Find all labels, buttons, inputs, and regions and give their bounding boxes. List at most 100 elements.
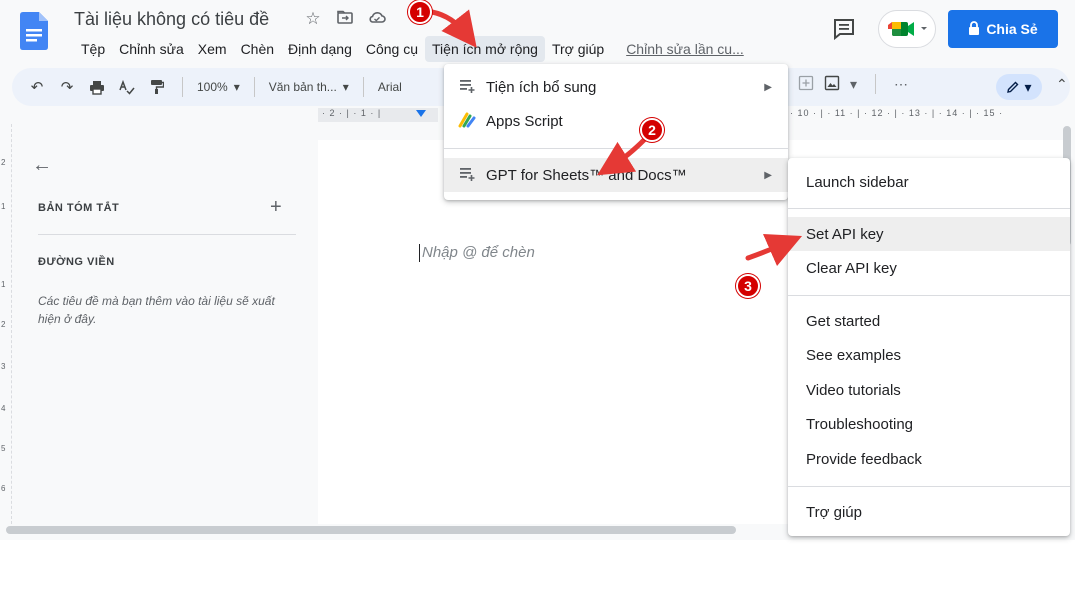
last-edit-link[interactable]: Chỉnh sửa lần cu... xyxy=(619,36,751,62)
menu-edit[interactable]: Chỉnh sửa xyxy=(112,36,191,62)
title-icons: ☆ xyxy=(302,9,388,29)
undo-icon[interactable]: ↶ xyxy=(24,74,50,100)
redo-icon[interactable]: ↷ xyxy=(54,74,80,100)
vruler-number: 2 xyxy=(1,158,6,167)
submenu-see-examples[interactable]: See examples xyxy=(788,338,1070,372)
insert-comment-icon[interactable] xyxy=(798,75,814,94)
zoom-select[interactable]: 100% ▾ xyxy=(191,80,246,94)
indent-marker[interactable] xyxy=(416,110,426,117)
vruler-number: 5 xyxy=(1,444,6,453)
menu-item-gpt-for-sheets-docs[interactable]: GPT for Sheets™ and Docs™ ▶ xyxy=(444,158,788,192)
menu-divider xyxy=(444,148,788,149)
menu-item-apps-script[interactable]: Apps Script xyxy=(444,104,788,138)
apps-script-icon xyxy=(458,112,476,131)
chevron-down-icon: ▾ xyxy=(233,80,240,94)
submenu-get-started[interactable]: Get started xyxy=(788,304,1070,338)
editing-mode-button[interactable]: ▾ xyxy=(996,74,1042,100)
step-badge-2: 2 xyxy=(640,118,664,142)
submenu-launch-sidebar[interactable]: Launch sidebar xyxy=(788,165,1070,199)
gpt-submenu: Launch sidebar Set API key Clear API key… xyxy=(788,158,1070,536)
menu-item-label: Tiện ích bổ sung xyxy=(486,78,597,96)
ruler-right-numbers: · 10 · | · 11 · | · 12 · | · 13 · | · 14… xyxy=(790,108,1004,118)
horizontal-scrollbar[interactable] xyxy=(6,526,736,534)
add-summary-icon[interactable]: + xyxy=(270,196,282,219)
print-icon[interactable] xyxy=(84,74,110,100)
meet-button[interactable] xyxy=(878,10,936,48)
menu-extensions[interactable]: Tiện ích mở rộng xyxy=(425,36,545,62)
insert-image-icon[interactable] xyxy=(824,75,840,94)
collapse-menus-icon[interactable]: ⌃ xyxy=(1056,76,1068,93)
menu-item-addons[interactable]: Tiện ích bổ sung ▶ xyxy=(444,70,788,104)
more-options-icon[interactable]: ⋯ xyxy=(894,76,908,93)
star-icon[interactable]: ☆ xyxy=(302,9,324,29)
share-button[interactable]: Chia Sẻ xyxy=(948,10,1058,48)
menu-bar: Tệp Chỉnh sửa Xem Chèn Định dạng Công cụ… xyxy=(74,36,751,62)
step-badge-1: 1 xyxy=(408,0,432,24)
menu-tools[interactable]: Công cụ xyxy=(359,36,425,62)
outline-heading-label: ĐƯỜNG VIỀN xyxy=(38,256,115,268)
font-value: Arial xyxy=(377,80,402,94)
folder-move-icon[interactable] xyxy=(334,9,356,29)
comment-history-icon[interactable] xyxy=(832,18,856,40)
document-outline-panel: ← BẢN TÓM TẮT + ĐƯỜNG VIỀN Các tiêu đề m… xyxy=(14,124,304,524)
menu-insert[interactable]: Chèn xyxy=(234,36,281,62)
style-value: Văn bản th... xyxy=(268,80,337,94)
cloud-status-icon[interactable] xyxy=(366,9,388,29)
title-bar: Tài liệu không có tiêu đề ☆ Tệp Chỉnh sử… xyxy=(0,0,1075,66)
document-placeholder[interactable]: Nhập @ để chèn xyxy=(422,244,535,261)
menu-format[interactable]: Định dạng xyxy=(281,36,359,62)
step-badge-3: 3 xyxy=(736,274,760,298)
vruler-number: 1 xyxy=(1,202,6,211)
share-label: Chia Sẻ xyxy=(986,21,1038,37)
submenu-set-api-key[interactable]: Set API key xyxy=(788,217,1070,251)
menu-file[interactable]: Tệp xyxy=(74,36,112,62)
submenu-troubleshooting[interactable]: Troubleshooting xyxy=(788,407,1070,441)
menu-divider xyxy=(788,295,1070,296)
outline-divider xyxy=(38,234,296,235)
toolbar-divider xyxy=(362,77,364,97)
vruler-number: 1 xyxy=(1,280,6,289)
toolbar-divider xyxy=(182,77,183,97)
toolbar-divider xyxy=(875,74,877,94)
spellcheck-icon[interactable] xyxy=(114,74,140,100)
submenu-arrow-icon: ▶ xyxy=(764,81,772,93)
menu-item-label: GPT for Sheets™ and Docs™ xyxy=(486,166,687,184)
chevron-down-icon: ▾ xyxy=(342,80,349,94)
zoom-value: 100% xyxy=(197,80,228,94)
vruler-number: 6 xyxy=(1,484,6,493)
extensions-dropdown: Tiện ích bổ sung ▶ Apps Script GPT for S… xyxy=(444,64,788,200)
addon-icon xyxy=(458,167,476,184)
text-cursor xyxy=(419,244,420,262)
chevron-down-icon[interactable]: ▾ xyxy=(850,76,857,93)
vruler-number: 4 xyxy=(1,404,6,413)
pencil-icon xyxy=(1007,81,1019,93)
font-select[interactable]: Arial xyxy=(372,80,408,94)
toolbar-divider xyxy=(253,77,255,97)
chevron-down-icon: ▾ xyxy=(1024,78,1032,95)
submenu-arrow-icon: ▶ xyxy=(764,169,772,181)
outline-empty-note: Các tiêu đề mà bạn thêm vào tài liệu sẽ … xyxy=(38,294,275,326)
lock-icon xyxy=(968,20,980,38)
menu-divider xyxy=(788,208,1070,209)
toolbar-right: ▾ ⋯ xyxy=(798,74,908,94)
vertical-ruler: 2 1 1 2 3 4 5 6 xyxy=(0,124,12,524)
menu-view[interactable]: Xem xyxy=(191,36,234,62)
outline-summary-label: BẢN TÓM TẮT xyxy=(38,202,120,214)
submenu-provide-feedback[interactable]: Provide feedback xyxy=(788,442,1070,476)
menu-help[interactable]: Trợ giúp xyxy=(545,36,611,62)
docs-logo-icon[interactable] xyxy=(20,12,48,50)
submenu-help[interactable]: Trợ giúp xyxy=(788,495,1070,529)
document-title[interactable]: Tài liệu không có tiêu đề xyxy=(74,9,269,30)
style-select[interactable]: Văn bản th... ▾ xyxy=(263,80,355,94)
menu-item-label: Apps Script xyxy=(486,112,563,130)
vruler-number: 3 xyxy=(1,362,6,371)
submenu-video-tutorials[interactable]: Video tutorials xyxy=(788,373,1070,407)
vruler-number: 2 xyxy=(1,320,6,329)
paint-format-icon[interactable] xyxy=(144,74,170,100)
meet-icon xyxy=(888,22,927,36)
addon-icon xyxy=(458,79,476,96)
back-arrow-icon[interactable]: ← xyxy=(32,154,52,177)
submenu-clear-api-key[interactable]: Clear API key xyxy=(788,251,1070,285)
ruler-left-numbers: · 2 · | · 1 · | xyxy=(322,108,382,118)
menu-divider xyxy=(788,486,1070,487)
